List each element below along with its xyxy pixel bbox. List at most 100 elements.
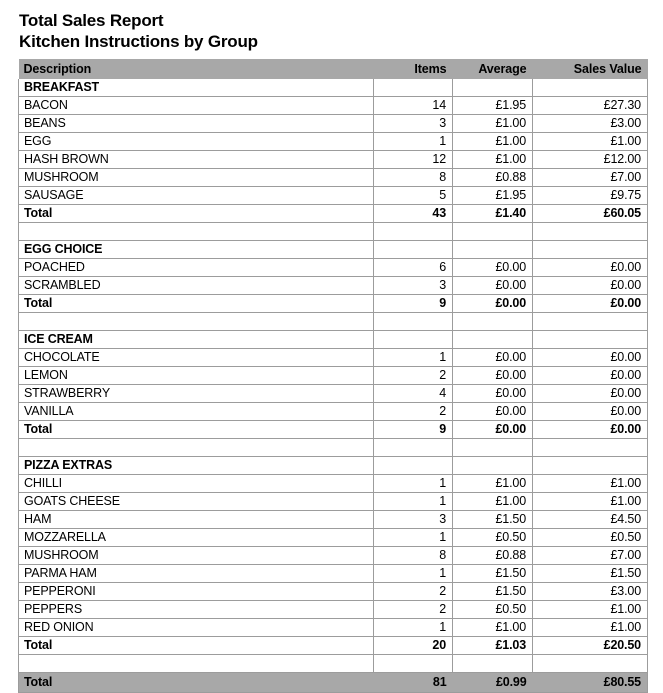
cell-sales-value: £0.00 (532, 294, 648, 313)
column-header-average: Average (452, 59, 533, 79)
cell-sales-value: £1.50 (532, 564, 648, 583)
spacer-row (18, 654, 648, 673)
cell-sales-value (532, 654, 648, 673)
group-header-average (452, 456, 533, 475)
cell-description: Total (18, 420, 374, 439)
group-header-row: ICE CREAM (18, 330, 648, 349)
cell-items: 1 (373, 474, 453, 493)
cell-sales-value: £4.50 (532, 510, 648, 529)
cell-sales-value: £20.50 (532, 636, 648, 655)
cell-sales-value: £7.00 (532, 546, 648, 565)
cell-average: £0.50 (452, 528, 533, 547)
group-header-row: BREAKFAST (18, 79, 648, 97)
cell-average: £1.00 (452, 132, 533, 151)
cell-sales-value (532, 438, 648, 457)
cell-description (18, 312, 374, 331)
cell-items: 8 (373, 546, 453, 565)
cell-description: EGG (18, 132, 374, 151)
cell-average (452, 654, 533, 673)
cell-sales-value: £3.00 (532, 114, 648, 133)
cell-items: 1 (373, 618, 453, 637)
group-header-items (373, 240, 453, 259)
cell-description: RED ONION (18, 618, 374, 637)
cell-items: 1 (373, 132, 453, 151)
cell-description: HAM (18, 510, 374, 529)
cell-description: PEPPERS (18, 600, 374, 619)
group-name: BREAKFAST (18, 79, 374, 97)
cell-items: 1 (373, 564, 453, 583)
cell-average: £0.88 (452, 546, 533, 565)
group-header-sales-value (532, 456, 648, 475)
table-row: CHILLI 1 £1.00 £1.00 (18, 474, 648, 493)
cell-description: CHILLI (18, 474, 374, 493)
cell-items: 3 (373, 114, 453, 133)
cell-sales-value: £0.00 (532, 348, 648, 367)
cell-items: 14 (373, 96, 453, 115)
table-row: EGG 1 £1.00 £1.00 (18, 132, 648, 151)
cell-sales-value (532, 222, 648, 241)
cell-average: £1.50 (452, 564, 533, 583)
cell-average: £1.40 (452, 204, 533, 223)
cell-description: PARMA HAM (18, 564, 374, 583)
cell-average: £1.00 (452, 618, 533, 637)
cell-sales-value: £3.00 (532, 582, 648, 601)
cell-items: 9 (373, 420, 453, 439)
cell-sales-value: £0.00 (532, 384, 648, 403)
cell-sales-value: £0.00 (532, 276, 648, 295)
table-row: PEPPERONI 2 £1.50 £3.00 (18, 582, 648, 601)
cell-average: £1.50 (452, 582, 533, 601)
cell-description: VANILLA (18, 402, 374, 421)
cell-sales-value: £0.00 (532, 366, 648, 385)
cell-items: 1 (373, 528, 453, 547)
cell-average: £1.00 (452, 492, 533, 511)
grand-total-row: Total 81 £0.99 £80.55 (18, 672, 648, 693)
cell-description: Total (18, 636, 374, 655)
group-header-sales-value (532, 330, 648, 349)
cell-description: MOZZARELLA (18, 528, 374, 547)
cell-sales-value: £60.05 (532, 204, 648, 223)
group-header-average (452, 79, 533, 97)
cell-description: Total (18, 204, 374, 223)
cell-sales-value: £1.00 (532, 492, 648, 511)
cell-sales-value: £7.00 (532, 168, 648, 187)
cell-items: 2 (373, 600, 453, 619)
table-row: LEMON 2 £0.00 £0.00 (18, 366, 648, 385)
cell-sales-value: £1.00 (532, 600, 648, 619)
table-row: GOATS CHEESE 1 £1.00 £1.00 (18, 492, 648, 511)
cell-average: £0.00 (452, 348, 533, 367)
cell-description: PEPPERONI (18, 582, 374, 601)
cell-average: £1.95 (452, 96, 533, 115)
cell-average: £0.88 (452, 168, 533, 187)
cell-description: BEANS (18, 114, 374, 133)
sales-table: Description Items Average Sales Value BR… (18, 59, 648, 693)
cell-description: CHOCOLATE (18, 348, 374, 367)
table-row: BEANS 3 £1.00 £3.00 (18, 114, 648, 133)
column-header-description: Description (18, 59, 374, 79)
table-row: SCRAMBLED 3 £0.00 £0.00 (18, 276, 648, 295)
spacer-row (18, 222, 648, 241)
table-row: MOZZARELLA 1 £0.50 £0.50 (18, 528, 648, 547)
cell-items: 8 (373, 168, 453, 187)
table-row: PEPPERS 2 £0.50 £1.00 (18, 600, 648, 619)
group-header-sales-value (532, 79, 648, 97)
cell-sales-value: £0.00 (532, 402, 648, 421)
cell-description: STRAWBERRY (18, 384, 374, 403)
cell-description (18, 222, 374, 241)
table-row: VANILLA 2 £0.00 £0.00 (18, 402, 648, 421)
cell-items: 2 (373, 366, 453, 385)
cell-items: 12 (373, 150, 453, 169)
table-row: CHOCOLATE 1 £0.00 £0.00 (18, 348, 648, 367)
table-body: BREAKFAST BACON 14 £1.95 £27.30 BEANS 3 £1.00 £3… (18, 79, 648, 693)
cell-items: 1 (373, 348, 453, 367)
cell-items (373, 654, 453, 673)
cell-average: £1.00 (452, 114, 533, 133)
cell-description: POACHED (18, 258, 374, 277)
cell-description: GOATS CHEESE (18, 492, 374, 511)
cell-average: £1.50 (452, 510, 533, 529)
group-header-items (373, 79, 453, 97)
cell-average: £1.95 (452, 186, 533, 205)
cell-average: £0.00 (452, 366, 533, 385)
cell-items: 2 (373, 402, 453, 421)
group-name: PIZZA EXTRAS (18, 456, 374, 475)
cell-average: £1.00 (452, 474, 533, 493)
